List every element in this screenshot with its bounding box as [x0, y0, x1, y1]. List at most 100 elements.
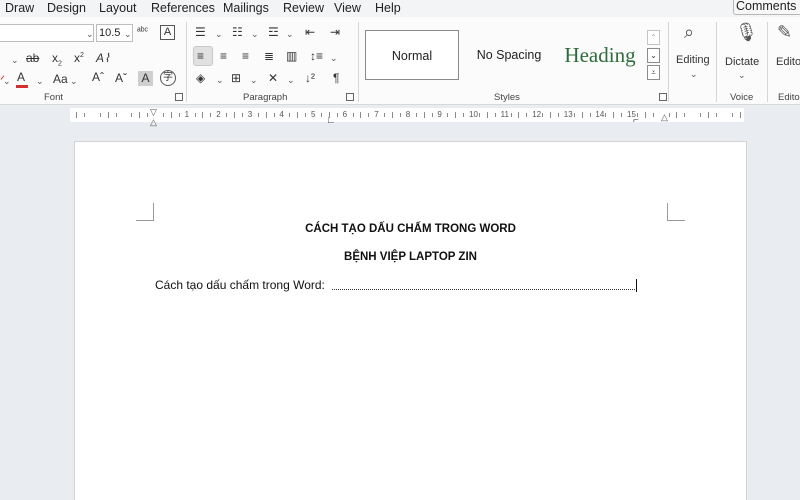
chevron-down-icon[interactable]: ⌄ [251, 27, 259, 41]
editor-button[interactable]: ✎ Edito [771, 22, 800, 84]
voice-group-label: Voice [730, 92, 754, 103]
distributed-icon[interactable]: ▥ [286, 49, 297, 63]
asian-layout-icon[interactable]: ✕ [268, 71, 278, 85]
ruler-tick [550, 112, 551, 118]
numbering-icon[interactable]: ☷ [232, 25, 243, 39]
menu-references[interactable]: References [151, 0, 215, 16]
ruler-tick [392, 112, 393, 118]
chevron-down-icon[interactable]: ⌄ [215, 27, 223, 41]
sort-icon[interactable]: ↓² [305, 71, 315, 85]
ruler-tick [447, 113, 449, 117]
first-line-indent-marker[interactable]: ▽ [150, 107, 157, 117]
clear-formatting-icon[interactable]: A [160, 25, 175, 40]
ruler-tick [83, 113, 85, 117]
ruler-tick [226, 113, 228, 117]
increase-indent-icon[interactable]: ⇥ [330, 25, 340, 39]
styles-dialog-launcher-icon[interactable] [659, 93, 667, 101]
menu-layout[interactable]: Layout [99, 0, 137, 16]
font-size-box[interactable]: 10.5 ⌄ [96, 24, 133, 42]
ruler-tick [99, 113, 101, 117]
styles-scroll-up[interactable]: ⌃ [647, 30, 660, 45]
paragraph-dialog-launcher-icon[interactable] [346, 93, 354, 101]
menu-view[interactable]: View [334, 0, 361, 16]
document-page[interactable] [74, 141, 747, 500]
chevron-down-icon: ⌄ [738, 70, 746, 80]
multilevel-list-icon[interactable]: ☲ [268, 25, 279, 39]
style-no-spacing[interactable]: No Spacing [463, 30, 555, 80]
ruler-number: 7 [374, 110, 379, 119]
ruler-tick [731, 113, 733, 117]
ruler-tick [352, 113, 354, 117]
chevron-down-icon[interactable]: ⌄ [250, 73, 258, 87]
superscript-icon[interactable]: x2 [74, 49, 84, 65]
font-group-label: Font [44, 92, 64, 103]
grow-font-icon[interactable]: Aˆ [92, 70, 104, 84]
comments-button[interactable]: Comments [733, 0, 800, 15]
shrink-font-icon[interactable]: Aˇ [115, 71, 127, 85]
ruler-tick [423, 112, 425, 118]
ruler-tick [297, 112, 299, 118]
chevron-down-icon[interactable]: ⌄ [11, 53, 19, 67]
menu-mailings[interactable]: Mailings [223, 0, 269, 16]
dictate-label: Dictate [725, 56, 760, 68]
style-normal[interactable]: Normal [365, 30, 459, 80]
font-size-value: 10.5 [99, 27, 121, 39]
character-shading-icon[interactable]: A [138, 71, 153, 86]
shading-icon[interactable]: ◈ [196, 71, 205, 85]
chevron-down-icon[interactable]: ⌄ [216, 73, 224, 87]
show-hide-marks-icon[interactable]: ¶ [333, 71, 339, 85]
line-spacing-icon[interactable]: ↕≡ [310, 49, 323, 63]
align-right-icon[interactable]: ≡ [242, 49, 249, 63]
font-size-menu-icon[interactable]: Aa [53, 72, 68, 86]
hanging-indent-marker[interactable]: △ [150, 117, 157, 127]
text-effects-icon[interactable]: A⌇ [96, 51, 110, 65]
styles-group-label: Styles [494, 92, 520, 103]
chevron-down-icon[interactable]: ⌄ [36, 74, 44, 88]
right-indent-marker[interactable]: △ [661, 112, 668, 122]
style-heading[interactable]: Heading [553, 30, 647, 80]
menu-design[interactable]: Design [47, 0, 86, 16]
ruler-tick [107, 112, 109, 118]
decrease-indent-icon[interactable]: ⇤ [305, 25, 315, 39]
menu-draw[interactable]: Draw [5, 0, 34, 16]
ruler-number: 4 [279, 110, 284, 119]
editing-button[interactable]: ⌕ Editing ⌄ [672, 22, 716, 84]
ruler-tick [257, 113, 259, 117]
ruler-tick [613, 112, 615, 118]
dictate-button[interactable]: 🎙 Dictate ⌄ [720, 22, 764, 84]
chevron-down-icon[interactable]: ⌄ [286, 27, 294, 41]
change-case-icon[interactable]: ᵃᵇᶜ [137, 25, 148, 39]
ruler-tick [431, 113, 433, 117]
subscript-icon[interactable]: x2 [52, 51, 62, 71]
chevron-down-icon: ⌄ [124, 29, 132, 39]
ruler-tick [115, 113, 117, 117]
style-heading-label: Heading [564, 43, 636, 67]
ruler-tick [542, 113, 544, 117]
enclose-character-icon[interactable]: 字 [160, 70, 176, 86]
font-color-icon[interactable]: A [17, 70, 25, 84]
menu-help[interactable]: Help [375, 0, 401, 16]
strikethrough-icon[interactable]: ab [26, 51, 39, 65]
right-tab-stop[interactable]: ⌐ [633, 116, 639, 126]
bullets-icon[interactable]: ☰ [195, 25, 206, 39]
align-center-icon[interactable]: ≡ [220, 49, 227, 63]
chevron-down-icon[interactable]: ⌄ [3, 74, 11, 88]
styles-more[interactable]: ⩡ [647, 65, 660, 80]
styles-scroll-down[interactable]: ⌄ [647, 48, 660, 63]
ruler-tick [668, 113, 670, 117]
menu-review[interactable]: Review [283, 0, 324, 16]
chevron-down-icon[interactable]: ⌄ [330, 51, 338, 65]
ruler-number: 9 [437, 110, 442, 119]
font-dialog-launcher-icon[interactable] [175, 93, 183, 101]
ruler-number: 2 [216, 110, 221, 119]
ruler-tick [178, 113, 180, 117]
borders-icon[interactable]: ⊞ [231, 71, 241, 85]
ruler-tick [265, 112, 267, 118]
chevron-down-icon[interactable]: ⌄ [287, 73, 295, 87]
left-tab-stop[interactable]: ∟ [326, 116, 336, 126]
chevron-down-icon[interactable]: ⌄ [70, 74, 78, 88]
document-body-line: Cách tạo dấu chấm trong Word: [155, 278, 325, 292]
more-icon: ⩡ [651, 68, 656, 77]
font-name-box[interactable]: ⌄ [0, 24, 94, 42]
justify-icon[interactable]: ≣ [264, 49, 274, 63]
